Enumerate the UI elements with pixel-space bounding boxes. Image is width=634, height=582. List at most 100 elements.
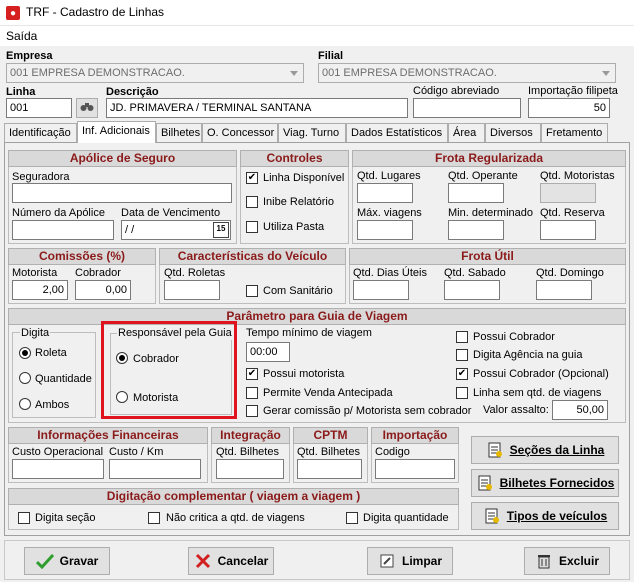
digita-roleta-radio[interactable] — [19, 347, 31, 359]
importacao-filipeta-label: Importação filipeta — [528, 85, 618, 97]
linha-sem-qtd-label: Linha sem qtd. de viagens — [473, 387, 602, 399]
secoes-linha-button[interactable]: Seções da Linha — [471, 436, 619, 464]
tab-diversos[interactable]: Diversos — [485, 123, 541, 143]
tab-bilhetes[interactable]: Bilhetes — [156, 123, 202, 143]
digita-quantidade-checkbox[interactable] — [346, 512, 358, 524]
max-viagens-label: Máx. viagens — [357, 207, 422, 219]
comissao-motorista-input[interactable]: 2,00 — [12, 280, 68, 300]
inibe-relatorio-label: Inibe Relatório — [263, 196, 334, 208]
permite-venda-label: Permite Venda Antecipada — [263, 387, 393, 399]
linha-disponivel-checkbox[interactable]: ✔ — [246, 172, 258, 184]
chevron-down-icon[interactable] — [598, 65, 614, 81]
seguradora-input[interactable] — [12, 183, 232, 203]
codigo-input[interactable] — [375, 459, 455, 479]
possui-cobrador-label: Possui Cobrador — [473, 331, 555, 343]
cptm-qtd-bilhetes-input[interactable] — [297, 459, 362, 479]
linha-input[interactable]: 001 — [6, 98, 72, 118]
menu-bar: Saída — [0, 26, 634, 46]
responsavel-cobrador-label: Cobrador — [133, 353, 179, 365]
max-viagens-input[interactable] — [357, 220, 413, 240]
digita-agencia-checkbox[interactable] — [456, 349, 468, 361]
qtd-reserva-input[interactable] — [540, 220, 596, 240]
tab-identificacao[interactable]: Identificação — [4, 123, 77, 143]
tab-viag-turno[interactable]: Viag. Turno — [278, 123, 346, 143]
qtd-domingo-input[interactable] — [536, 280, 592, 300]
digita-agencia-label: Digita Agência na guia — [473, 349, 583, 361]
search-button[interactable] — [76, 98, 98, 118]
importacao-title: Importação — [371, 427, 459, 444]
inibe-relatorio-checkbox[interactable] — [246, 196, 258, 208]
qtd-operante-input[interactable] — [448, 183, 504, 203]
gerar-comissao-checkbox[interactable] — [246, 405, 258, 417]
qtd-dias-uteis-input[interactable] — [353, 280, 409, 300]
possui-motorista-checkbox[interactable]: ✔ — [246, 368, 258, 380]
excluir-button[interactable]: Excluir — [524, 547, 610, 575]
gravar-button[interactable]: Gravar — [24, 547, 110, 575]
vencimento-input[interactable]: / / 15 — [121, 220, 231, 240]
nao-critica-checkbox[interactable] — [148, 512, 160, 524]
cancelar-button[interactable]: Cancelar — [188, 547, 274, 575]
custo-operacional-input[interactable] — [12, 459, 104, 479]
close-icon — [194, 552, 212, 570]
window-title: TRF - Cadastro de Linhas — [26, 5, 165, 19]
digita-ambos-radio[interactable] — [19, 398, 31, 410]
calendar-icon[interactable]: 15 — [213, 222, 229, 238]
qtd-lugares-input[interactable] — [357, 183, 413, 203]
integracao-qtd-bilhetes-input[interactable] — [216, 459, 284, 479]
qtd-operante-label: Qtd. Operante — [448, 170, 518, 182]
qtd-sabado-input[interactable] — [444, 280, 500, 300]
descricao-input[interactable]: JD. PRIMAVERA / TERMINAL SANTANA — [106, 98, 408, 118]
check-icon — [35, 552, 54, 570]
custo-km-label: Custo / Km — [109, 446, 164, 458]
comissao-cobrador-input[interactable]: 0,00 — [75, 280, 131, 300]
chevron-down-icon[interactable] — [286, 65, 302, 81]
empresa-combo[interactable]: 001 EMPRESA DEMONSTRACAO. — [6, 63, 304, 83]
utiliza-pasta-checkbox[interactable] — [246, 221, 258, 233]
qtd-motoristas-label: Qtd. Motoristas — [540, 170, 615, 182]
min-determinado-input[interactable] — [448, 220, 504, 240]
digita-secao-label: Digita seção — [35, 512, 96, 524]
tab-dados-estatisticos[interactable]: Dados Estatísticos — [346, 123, 448, 143]
responsavel-motorista-radio[interactable] — [116, 391, 128, 403]
vencimento-value: / / — [125, 224, 135, 236]
digita-quantidade-radio[interactable] — [19, 372, 31, 384]
digitacao-title: Digitação complementar ( viagem a viagem… — [8, 488, 459, 505]
filial-combo[interactable]: 001 EMPRESA DEMONSTRACAO. — [318, 63, 616, 83]
controles-title: Controles — [240, 150, 349, 167]
tempo-minimo-input[interactable]: 00:00 — [246, 342, 290, 362]
tab-o-concessor[interactable]: O. Concessor — [202, 123, 278, 143]
digita-secao-checkbox[interactable] — [18, 512, 30, 524]
tipos-veiculos-button[interactable]: Tipos de veículos — [471, 502, 619, 530]
limpar-label: Limpar — [401, 553, 442, 568]
tab-inf-adicionais[interactable]: Inf. Adicionais — [77, 121, 156, 143]
linha-sem-qtd-checkbox[interactable] — [456, 387, 468, 399]
importacao-filipeta-input[interactable]: 50 — [528, 98, 610, 118]
empresa-label: Empresa — [6, 50, 53, 62]
trash-icon — [535, 552, 553, 570]
menu-saida[interactable]: Saída — [6, 29, 37, 43]
possui-cobrador-checkbox[interactable] — [456, 331, 468, 343]
custo-km-input[interactable] — [109, 459, 201, 479]
motorista-label: Motorista — [12, 267, 58, 279]
bilhetes-fornecidos-label: Bilhetes Fornecidos — [499, 475, 615, 490]
cobrador-label: Cobrador — [75, 267, 121, 279]
tab-fretamento[interactable]: Fretamento — [541, 123, 608, 143]
qtd-roletas-input[interactable] — [164, 280, 220, 300]
possui-cobrador-opcional-checkbox[interactable]: ✔ — [456, 368, 468, 380]
qtd-sabado-label: Qtd. Sabado — [444, 267, 506, 279]
bilhetes-fornecidos-button[interactable]: Bilhetes Fornecidos — [471, 469, 619, 497]
binoculars-icon — [80, 102, 94, 115]
permite-venda-checkbox[interactable] — [246, 387, 258, 399]
qtd-lugares-label: Qtd. Lugares — [357, 170, 421, 182]
com-sanitario-checkbox[interactable] — [246, 285, 258, 297]
tab-area[interactable]: Área — [448, 123, 485, 143]
responsavel-cobrador-radio[interactable] — [116, 352, 128, 364]
numero-apolice-input[interactable] — [12, 220, 114, 240]
valor-assalto-label: Valor assalto: — [483, 404, 549, 416]
valor-assalto-input[interactable]: 50,00 — [552, 400, 608, 420]
codigo-abreviado-input[interactable] — [413, 98, 521, 118]
limpar-button[interactable]: Limpar — [367, 547, 453, 575]
utiliza-pasta-label: Utiliza Pasta — [263, 221, 325, 233]
tipos-veiculos-label: Tipos de veículos — [506, 508, 608, 523]
title-bar: ● TRF - Cadastro de Linhas — [0, 0, 634, 26]
